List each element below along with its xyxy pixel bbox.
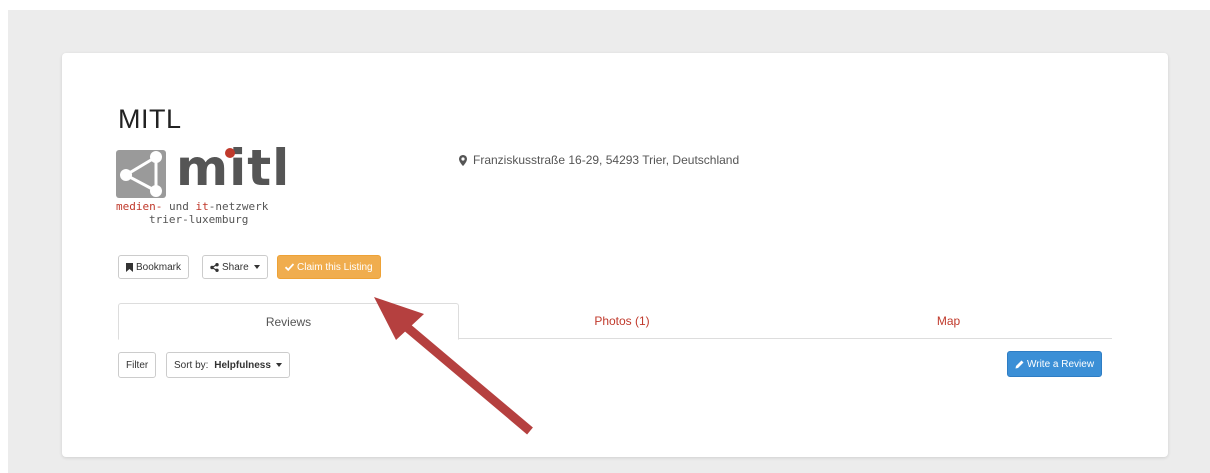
- annotation-arrow: [374, 297, 533, 435]
